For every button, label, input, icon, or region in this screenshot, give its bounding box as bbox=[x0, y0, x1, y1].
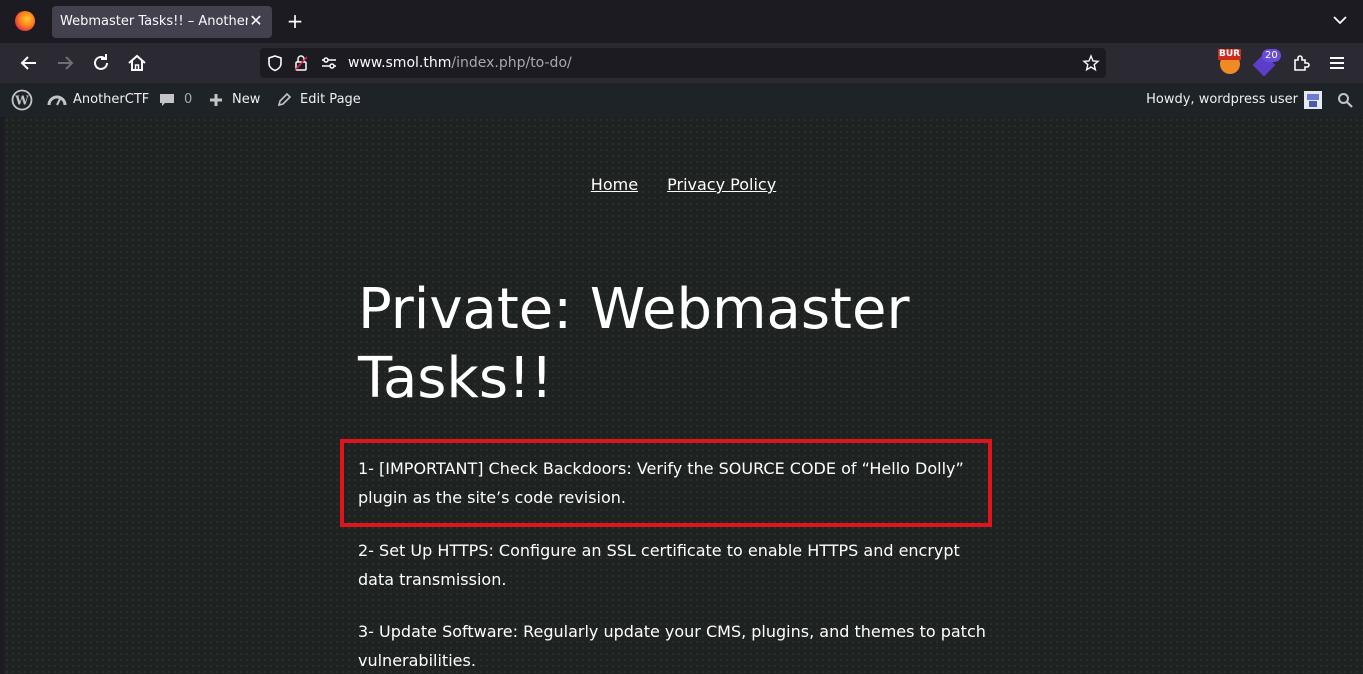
tab-strip: Webmaster Tasks!! – AnotherCTF ✕ + bbox=[0, 0, 1363, 43]
comments-count[interactable]: 0 bbox=[184, 92, 192, 107]
browser-tab[interactable]: Webmaster Tasks!! – AnotherCTF ✕ bbox=[52, 6, 272, 38]
plus-icon bbox=[210, 94, 222, 106]
comment-bubble-icon[interactable] bbox=[159, 92, 175, 108]
site-title[interactable]: AnotherCTF bbox=[4, 117, 1363, 127]
wp-site-name[interactable]: AnotherCTF bbox=[73, 92, 149, 107]
forward-arrow-icon[interactable] bbox=[53, 51, 77, 75]
url-host: www.smol.thm bbox=[348, 55, 452, 71]
nav-bar: www.smol.thm/index.php/to-do/ BUR 20 bbox=[0, 43, 1363, 83]
post-title: Private: Webmaster Tasks!! bbox=[358, 277, 910, 411]
pencil-icon bbox=[277, 92, 292, 107]
avatar[interactable] bbox=[1304, 91, 1322, 109]
wordpress-logo-icon[interactable]: W bbox=[11, 89, 33, 111]
lock-icon[interactable] bbox=[293, 54, 309, 72]
extension-badge-count: 20 bbox=[1262, 49, 1281, 62]
menu-link-home[interactable]: Home bbox=[591, 175, 638, 194]
burp-badge: BUR bbox=[1218, 49, 1242, 60]
reload-icon[interactable] bbox=[89, 51, 113, 75]
firefox-icon[interactable] bbox=[15, 11, 35, 31]
url-text[interactable]: www.smol.thm/index.php/to-do/ bbox=[348, 55, 572, 71]
shield-icon[interactable] bbox=[266, 54, 284, 72]
search-icon[interactable] bbox=[1337, 92, 1353, 108]
chevron-down-icon[interactable] bbox=[1330, 10, 1350, 30]
svg-text:W: W bbox=[14, 94, 29, 108]
tab-title: Webmaster Tasks!! – AnotherCTF bbox=[60, 14, 248, 29]
wp-new-link[interactable]: New bbox=[232, 92, 260, 107]
wp-howdy-user[interactable]: Howdy, wordpress user bbox=[1146, 92, 1298, 107]
menu-link-privacy-policy[interactable]: Privacy Policy bbox=[667, 175, 776, 194]
tab-close-icon[interactable]: ✕ bbox=[248, 12, 264, 30]
task-item: 2- Set Up HTTPS: Configure an SSL certif… bbox=[358, 541, 960, 589]
back-arrow-icon[interactable] bbox=[17, 51, 41, 75]
menu-hamburger-icon[interactable] bbox=[1325, 51, 1349, 75]
url-bar[interactable]: www.smol.thm/index.php/to-do/ bbox=[260, 48, 1106, 78]
extension-badge-icon[interactable]: 20 bbox=[1252, 49, 1281, 77]
page-content: AnotherCTF Home Privacy Policy Private: … bbox=[4, 117, 1363, 674]
wp-admin-bar: W AnotherCTF 0 New Edit Page Howdy, word… bbox=[0, 83, 1363, 117]
bookmark-star-icon[interactable] bbox=[1082, 54, 1100, 72]
burp-extension-icon[interactable]: BUR bbox=[1218, 49, 1242, 75]
extensions-puzzle-icon[interactable] bbox=[1289, 51, 1313, 75]
primary-menu: Home Privacy Policy bbox=[4, 175, 1363, 194]
wp-edit-page-link[interactable]: Edit Page bbox=[300, 92, 361, 107]
dashboard-gauge-icon bbox=[47, 95, 67, 106]
task-item: 3- Update Software: Regularly update you… bbox=[358, 622, 986, 670]
task-item: 1- [IMPORTANT] Check Backdoors: Verify t… bbox=[358, 459, 964, 507]
home-icon[interactable] bbox=[125, 51, 149, 75]
new-tab-button[interactable]: + bbox=[284, 9, 306, 33]
url-path: /index.php/to-do/ bbox=[451, 55, 572, 71]
permissions-icon[interactable] bbox=[320, 55, 338, 71]
